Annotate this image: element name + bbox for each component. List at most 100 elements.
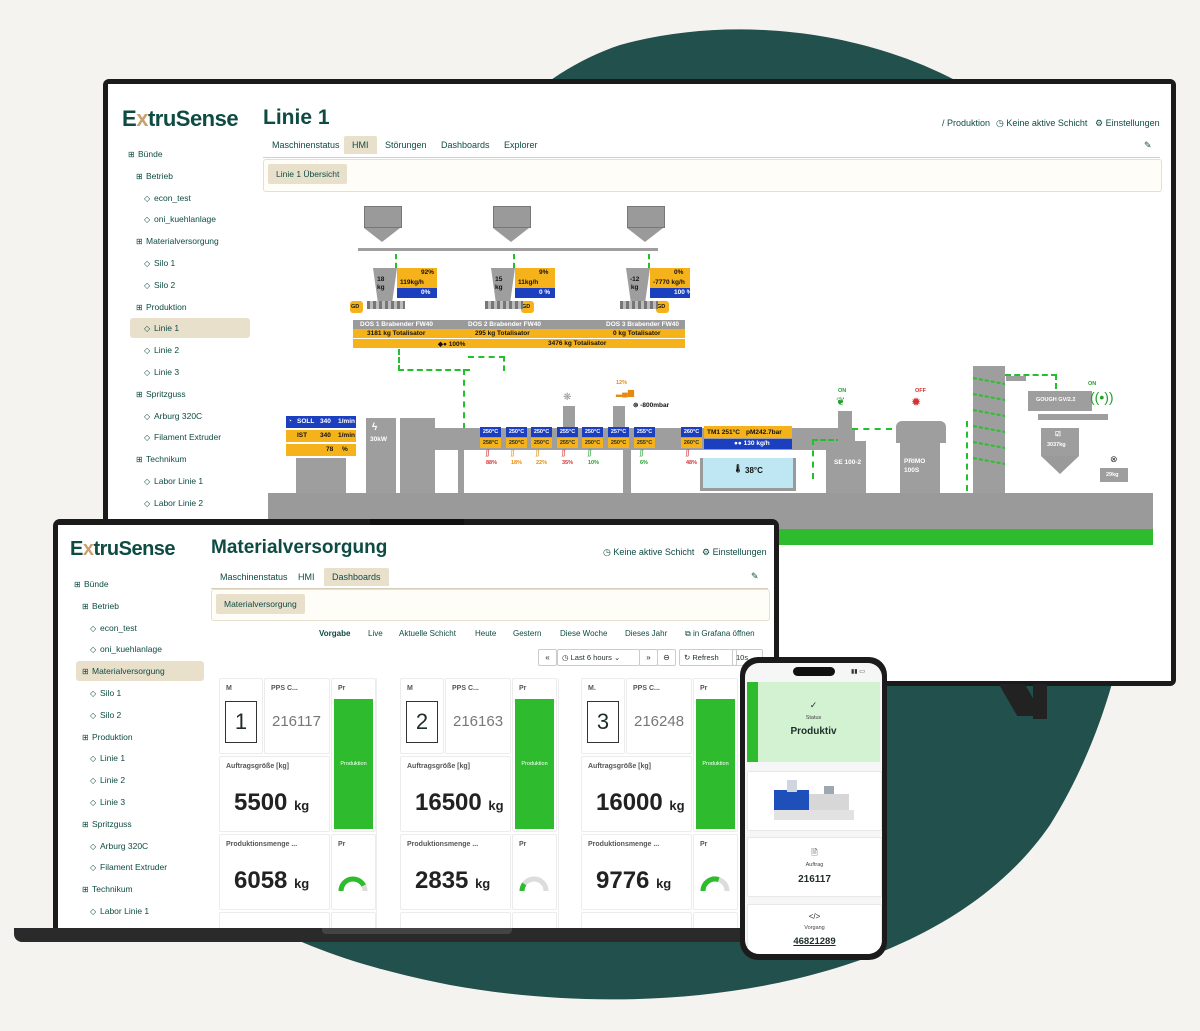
shift-status[interactable]: ◷ Keine aktive Schicht: [603, 547, 694, 558]
doser-total-bar: 3181 kg Totalisator 295 kg Totalisator 0 k…: [353, 329, 685, 338]
sidebar-item[interactable]: ◇ Arburg 320C: [90, 841, 148, 851]
progress-gauge-card[interactable]: Pr: [512, 834, 557, 910]
doser-weight: 18 kg: [377, 276, 385, 291]
chip-linie1-overview[interactable]: Linie 1 Übersicht: [268, 164, 348, 184]
sidebar-item[interactable]: ◇ Silo 2: [144, 280, 175, 290]
sidebar-item[interactable]: ◇ Linie 3: [90, 797, 125, 807]
sidebar-item-label: Labor Linie 1: [154, 476, 204, 486]
sidebar-item[interactable]: ⊞ Bünde: [74, 579, 109, 589]
settings-link[interactable]: ⚙ Einstellungen: [702, 547, 767, 558]
production-status-card[interactable]: Pr Produktion: [331, 678, 376, 832]
time-tab[interactable]: ⧉ in Grafana öffnen: [685, 629, 755, 639]
tab-dashboards[interactable]: Dashboards: [324, 568, 389, 586]
sidebar-item[interactable]: ◇ Arburg 320C: [144, 411, 202, 421]
pps-card[interactable]: PPS C... 216117: [264, 678, 330, 754]
production-quantity-card[interactable]: Produktionsmenge ... 2835 kg: [400, 834, 511, 910]
sidebar-item[interactable]: ⊞ Betrieb: [82, 601, 119, 611]
time-tab[interactable]: Dieses Jahr: [625, 629, 667, 638]
sidebar-item[interactable]: ◇ Linie 1: [90, 753, 125, 763]
sidebar-item[interactable]: ◇ Linie 1: [144, 323, 179, 333]
sidebar-item[interactable]: ◇ Linie 2: [90, 775, 125, 785]
sidebar-item[interactable]: ◇ oni_kuehlanlage: [90, 644, 162, 654]
edit-icon[interactable]: ✎: [751, 571, 759, 582]
process-card[interactable]: </> Vorgang 46821289: [747, 904, 882, 954]
order-size-card[interactable]: Auftragsgröße [kg] 5500 kg: [219, 756, 330, 832]
status-card[interactable]: ✓ Status Produktiv: [747, 682, 880, 762]
edit-icon[interactable]: ✎: [1144, 140, 1152, 151]
brand-logo[interactable]: ExtruSense: [122, 106, 239, 132]
sidebar-item[interactable]: ◇ Filament Extruder: [90, 862, 167, 872]
production-quantity-card[interactable]: Produktionsmenge ... 6058 kg: [219, 834, 330, 910]
sidebar-item[interactable]: ⊞ Spritzguss: [136, 389, 186, 399]
sidebar-item[interactable]: ⊞ Technikum: [136, 454, 187, 464]
zoom-back-button[interactable]: «: [538, 649, 557, 666]
zoom-out-button[interactable]: ⊖: [657, 649, 676, 666]
machine-number-card[interactable]: M. 3: [581, 678, 625, 754]
time-tab[interactable]: Diese Woche: [560, 629, 607, 638]
sidebar-item[interactable]: ◇ Linie 2: [144, 345, 179, 355]
tab-st-rungen[interactable]: Störungen: [385, 140, 427, 150]
sidebar-item[interactable]: ⊞ Spritzguss: [82, 819, 132, 829]
production-quantity-label: Produktionsmenge ...: [226, 841, 298, 848]
sidebar-item[interactable]: ◇ Linie 3: [144, 367, 179, 377]
sidebar-item[interactable]: ⊞ Produktion: [136, 302, 187, 312]
order-size-card[interactable]: Auftragsgröße [kg] 16000 kg: [581, 756, 692, 832]
progress-gauge-card[interactable]: Pr: [331, 834, 376, 910]
sidebar-item[interactable]: ◇ econ_test: [144, 193, 191, 203]
production-status-card[interactable]: Pr Produktion: [512, 678, 557, 832]
tab-maschinenstatus[interactable]: Maschinenstatus: [220, 572, 288, 582]
sidebar-item[interactable]: ◇ Silo 1: [90, 688, 121, 698]
order-size-unit: kg: [669, 798, 685, 813]
time-picker[interactable]: ◷ Last 6 hours ⌄: [557, 649, 640, 666]
breadcrumb-production[interactable]: / Produktion: [942, 118, 990, 128]
sidebar-item[interactable]: ◇ Silo 2: [90, 710, 121, 720]
sidebar-item[interactable]: ⊞ Produktion: [82, 732, 133, 742]
gauge-label: Pr: [519, 841, 527, 848]
zone-actual: 250°C: [608, 438, 629, 448]
time-tab[interactable]: Heute: [475, 629, 496, 638]
sidebar-item[interactable]: ⊞ Materialversorgung: [136, 236, 219, 246]
sidebar-item[interactable]: ◇ Labor Linie 1: [144, 476, 203, 486]
time-tab[interactable]: Vorgabe: [319, 629, 350, 638]
time-tab[interactable]: Live: [368, 629, 383, 638]
gauge-fill: [338, 876, 366, 892]
order-card[interactable]: 🗎 Auftrag 216117: [747, 837, 882, 897]
sidebar-item[interactable]: ◇ oni_kuehlanlage: [144, 214, 216, 224]
shift-status[interactable]: ◷ Keine aktive Schicht: [996, 118, 1087, 129]
sidebar-item[interactable]: ◇ Labor Linie 2: [144, 498, 203, 508]
pps-card[interactable]: PPS C... 216248: [626, 678, 692, 754]
zoom-forward-button[interactable]: »: [639, 649, 658, 666]
diamond-icon: ◇: [90, 710, 97, 720]
chip-materialversorgung[interactable]: Materialversorgung: [216, 594, 305, 614]
sidebar-item[interactable]: ⊞ Materialversorgung: [82, 666, 165, 676]
sidebar-item[interactable]: ◇ Labor Linie 1: [90, 906, 149, 916]
tab-hmi[interactable]: HMI: [344, 136, 377, 154]
tab-dashboards[interactable]: Dashboards: [441, 140, 490, 150]
pps-card[interactable]: PPS C... 216163: [445, 678, 511, 754]
production-quantity-card[interactable]: Produktionsmenge ... 9776 kg: [581, 834, 692, 910]
partial-card: [331, 912, 376, 929]
tab-explorer[interactable]: Explorer: [504, 140, 538, 150]
production-quantity-unit: kg: [656, 876, 672, 891]
refresh-button[interactable]: ↻ Refresh: [679, 649, 737, 666]
order-size-card[interactable]: Auftragsgröße [kg] 16500 kg: [400, 756, 511, 832]
tab-maschinenstatus[interactable]: Maschinenstatus: [272, 140, 340, 150]
progress-gauge-card[interactable]: Pr: [693, 834, 738, 910]
sidebar-item[interactable]: ◇ Silo 1: [144, 258, 175, 268]
brand-logo[interactable]: ExtruSense: [70, 538, 176, 561]
settings-link[interactable]: ⚙ Einstellungen: [1095, 118, 1160, 129]
cutter-head: [896, 421, 946, 443]
sidebar-item[interactable]: ◇ econ_test: [90, 623, 137, 633]
sidebar-item[interactable]: ⊞ Technikum: [82, 884, 133, 894]
time-tab[interactable]: Aktuelle Schicht: [399, 629, 456, 638]
doser-rate-panel: 92% 119kg/h: [397, 268, 437, 288]
time-tab[interactable]: Gestern: [513, 629, 541, 638]
sidebar-item[interactable]: ⊞ Betrieb: [136, 171, 173, 181]
machine-number-card[interactable]: M2: [400, 678, 444, 754]
sidebar-item[interactable]: ◇ Filament Extruder: [144, 432, 221, 442]
sidebar-item[interactable]: ⊞ Bünde: [128, 149, 163, 159]
machine-number-value: 2: [406, 701, 438, 743]
production-status-card[interactable]: Pr Produktion: [693, 678, 738, 832]
tab-hmi[interactable]: HMI: [298, 572, 315, 582]
machine-number-card[interactable]: M1: [219, 678, 263, 754]
